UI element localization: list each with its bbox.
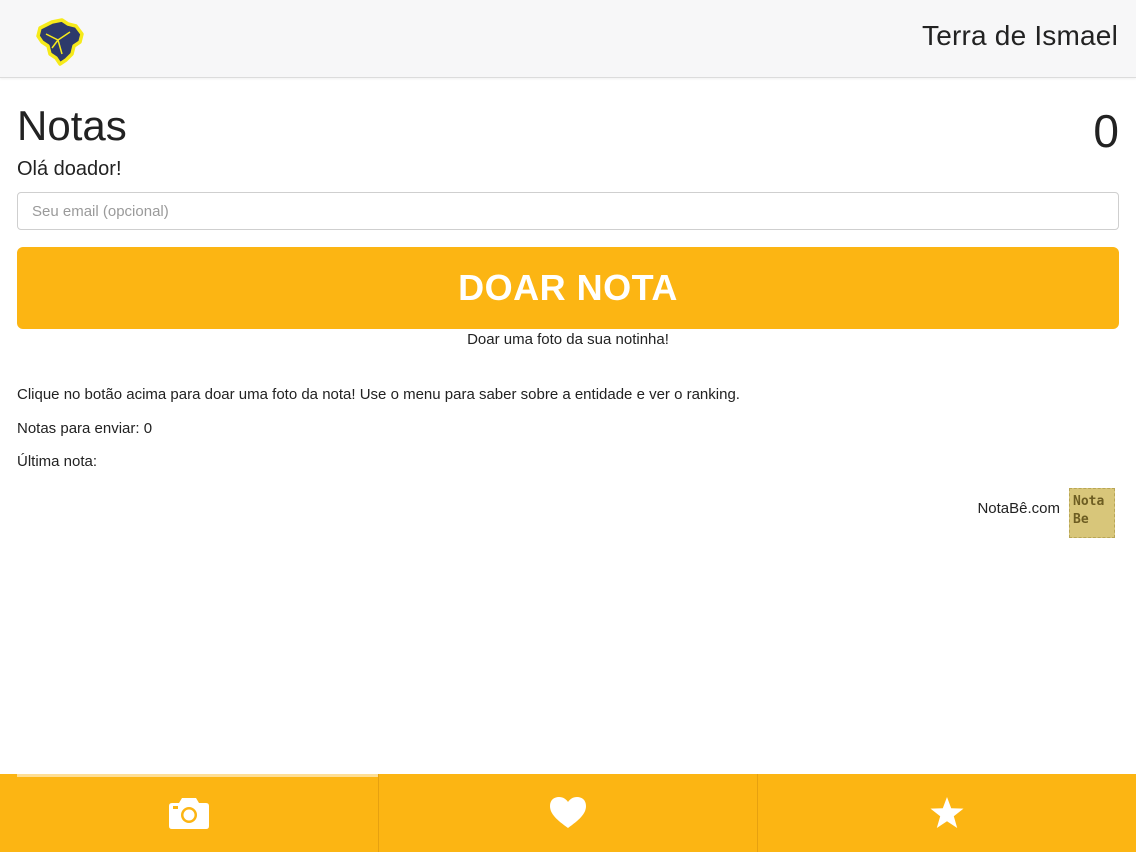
- tab-about[interactable]: [378, 774, 757, 852]
- email-field[interactable]: [17, 192, 1119, 230]
- camera-icon: [168, 796, 210, 830]
- app-header: Terra de Ismael: [0, 0, 1136, 78]
- last-note-text: Última nota:: [17, 453, 98, 470]
- tab-camera[interactable]: [0, 774, 378, 852]
- instructions-text: Clique no botão acima para doar uma foto…: [17, 386, 740, 403]
- notabe-logo-line1: Nota: [1073, 494, 1105, 509]
- notes-count: 0: [1093, 105, 1119, 157]
- bottom-tab-bar: [0, 774, 1136, 852]
- brazil-map-logo[interactable]: [32, 14, 86, 68]
- notabe-logo[interactable]: Nota Be: [1069, 488, 1115, 538]
- notabe-link[interactable]: NotaBê.com: [977, 500, 1060, 517]
- tab-ranking[interactable]: [757, 774, 1136, 852]
- pending-notes-text: Notas para enviar: 0: [17, 420, 153, 437]
- donate-subtitle: Doar uma foto da sua notinha!: [467, 331, 669, 348]
- header-title: Terra de Ismael: [922, 20, 1118, 51]
- donate-note-button[interactable]: DOAR NOTA: [17, 247, 1119, 329]
- heart-icon: [549, 796, 587, 830]
- page-title: Notas: [17, 102, 127, 149]
- greeting-text: Olá doador!: [17, 158, 122, 180]
- notabe-logo-line2: Be: [1073, 512, 1089, 527]
- star-icon: [929, 796, 965, 830]
